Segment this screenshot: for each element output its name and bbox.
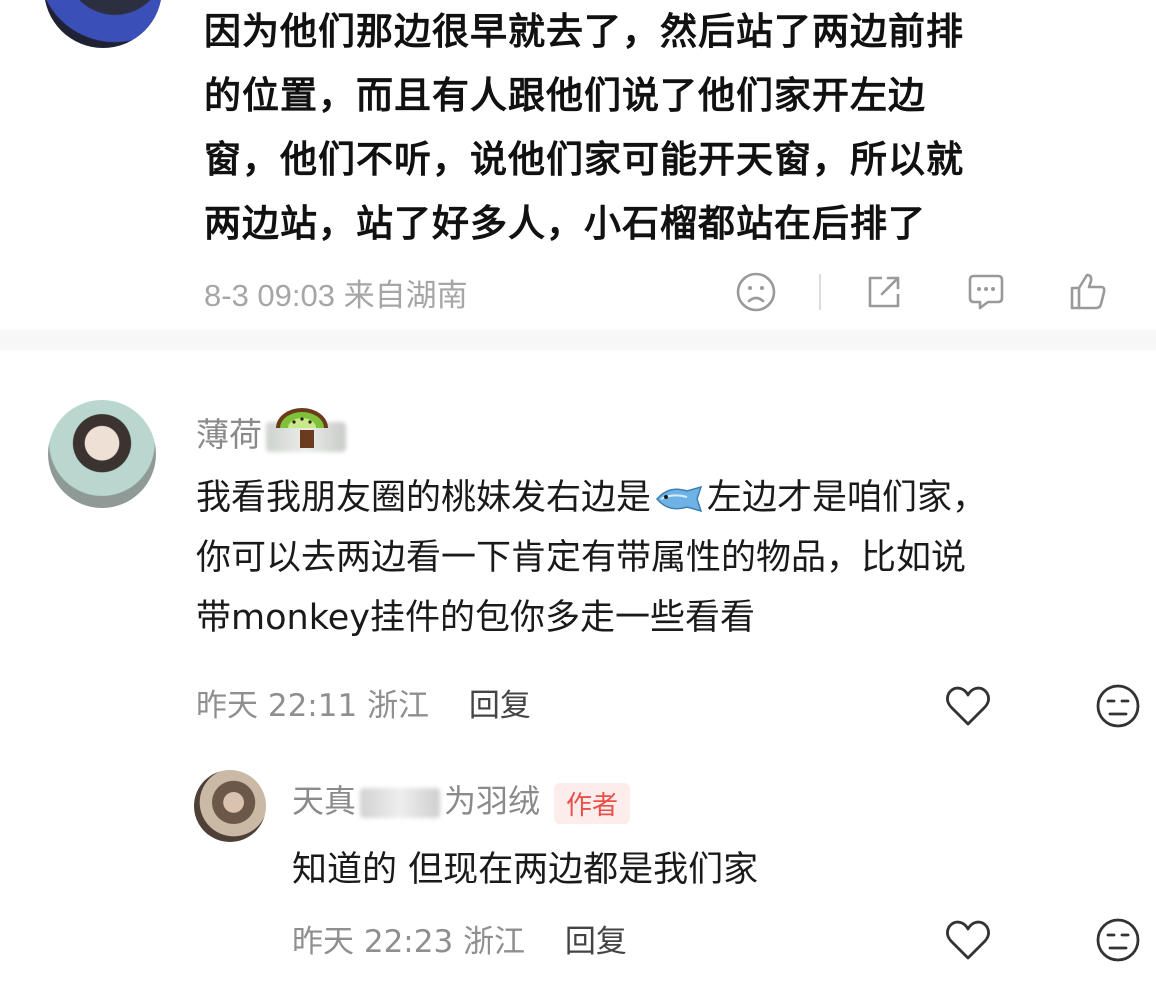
avatar[interactable] (48, 400, 156, 508)
sad-face-icon[interactable] (734, 270, 778, 314)
heart-icon[interactable] (944, 918, 992, 962)
author-badge: 作者 (554, 782, 631, 824)
username[interactable]: 天真 为羽绒 作者 (292, 776, 631, 824)
share-icon[interactable] (862, 270, 906, 314)
dislike-face-icon[interactable] (1094, 682, 1142, 730)
comment-line: 带monkey挂件的包你多走一些看看 (196, 598, 755, 638)
comment-icon[interactable] (964, 270, 1008, 314)
comment-meta: 昨天 22:23 浙江 回复 (292, 916, 627, 961)
like-icon[interactable] (1066, 270, 1110, 314)
comment-line: 两边站，站了好多人，小石榴都站在后排了 (204, 202, 926, 245)
comment-meta: 8-3 09:03 来自湖南 (204, 278, 468, 313)
comment-divider (0, 330, 1156, 350)
reply-button[interactable]: 回复 (565, 924, 627, 960)
reply-text: 知道的 但现在两边都是我们家 (292, 850, 759, 890)
comment-line: 我看我朋友圈的桃妹发右边是 左边才是咱们家， (196, 468, 1126, 528)
dislike-face-icon[interactable] (1094, 916, 1142, 964)
comment-text: 我看我朋友圈的桃妹发右边是 左边才是咱们家， 你可以去两边看一下肯定有带属性的物… (196, 468, 1126, 648)
comment-text-part: 左边才是咱们家， (707, 478, 988, 518)
comment-line: 你可以去两边看一下肯定有带属性的物品，比如说 (196, 538, 967, 578)
comment-location: 浙江 (463, 924, 526, 960)
comment-meta: 昨天 22:11 浙江 回复 (196, 680, 531, 725)
avatar[interactable] (44, 0, 162, 48)
heart-icon[interactable] (944, 684, 992, 728)
username-text: 薄荷 (196, 415, 262, 454)
comment-actions (730, 266, 1130, 320)
kiwi-badge-icon (276, 408, 328, 448)
avatar[interactable] (194, 770, 266, 842)
username-text: 为羽绒 (444, 782, 541, 820)
comment-line: 窗，他们不听，说他们家可能开天窗，所以就 (204, 138, 964, 181)
blurred-username (360, 788, 441, 818)
comment-thread: 因为他们那边很早就去了，然后站了两边前排 的位置，而且有人跟他们说了他们家开左边… (0, 0, 1156, 988)
fish-emoji-icon (656, 485, 703, 513)
comment-1: 因为他们那边很早就去了，然后站了两边前排 的位置，而且有人跟他们说了他们家开左边… (0, 0, 1156, 330)
reply-button[interactable]: 回复 (469, 688, 531, 724)
comment-time: 昨天 22:11 (196, 688, 358, 724)
comment-location: 浙江 (367, 688, 430, 724)
divider (819, 274, 821, 310)
comment-line: 的位置，而且有人跟他们说了他们家开左边 (204, 74, 926, 117)
comment-text-part: 我看我朋友圈的桃妹发右边是 (196, 478, 652, 518)
comment-text: 因为他们那边很早就去了，然后站了两边前排 的位置，而且有人跟他们说了他们家开左边… (204, 0, 1104, 256)
comment-time: 昨天 22:23 (292, 924, 454, 960)
comment-line: 因为他们那边很早就去了，然后站了两边前排 (204, 10, 964, 53)
username-text: 天真 (292, 782, 357, 820)
